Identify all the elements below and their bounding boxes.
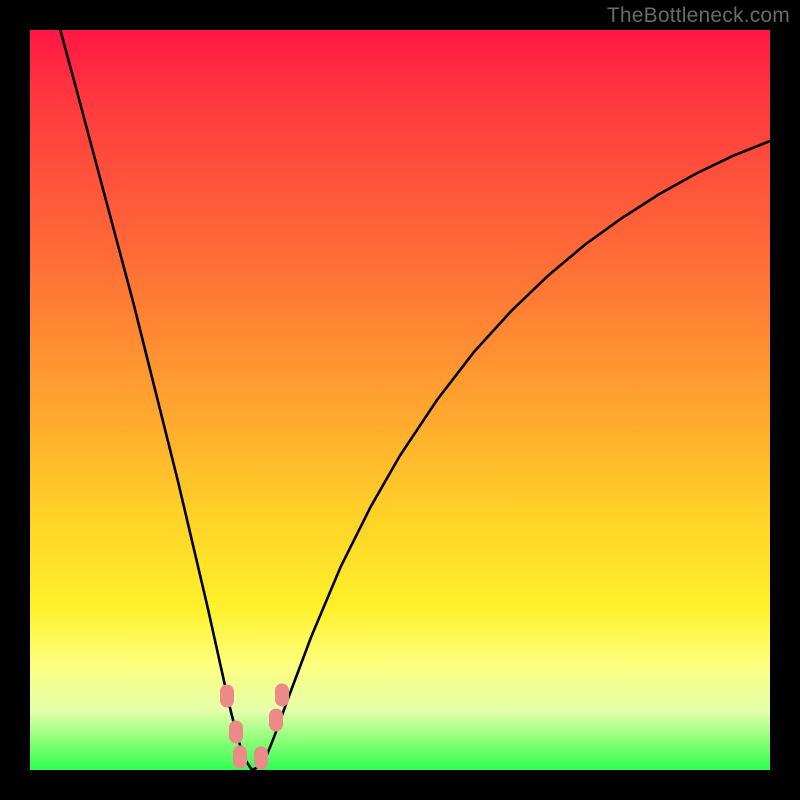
marker-capsule	[233, 745, 247, 768]
plot-area	[30, 30, 770, 770]
marker-capsule	[254, 747, 268, 770]
bottleneck-curves	[30, 30, 770, 770]
marker-capsule	[229, 720, 243, 743]
marker-capsule	[275, 683, 289, 706]
left-branch-curve	[60, 30, 252, 770]
right-branch-curve	[252, 141, 770, 770]
chart-frame: TheBottleneck.com	[0, 0, 800, 800]
marker-capsule	[269, 708, 283, 731]
marker-capsule	[220, 685, 234, 708]
watermark-text: TheBottleneck.com	[607, 4, 790, 28]
